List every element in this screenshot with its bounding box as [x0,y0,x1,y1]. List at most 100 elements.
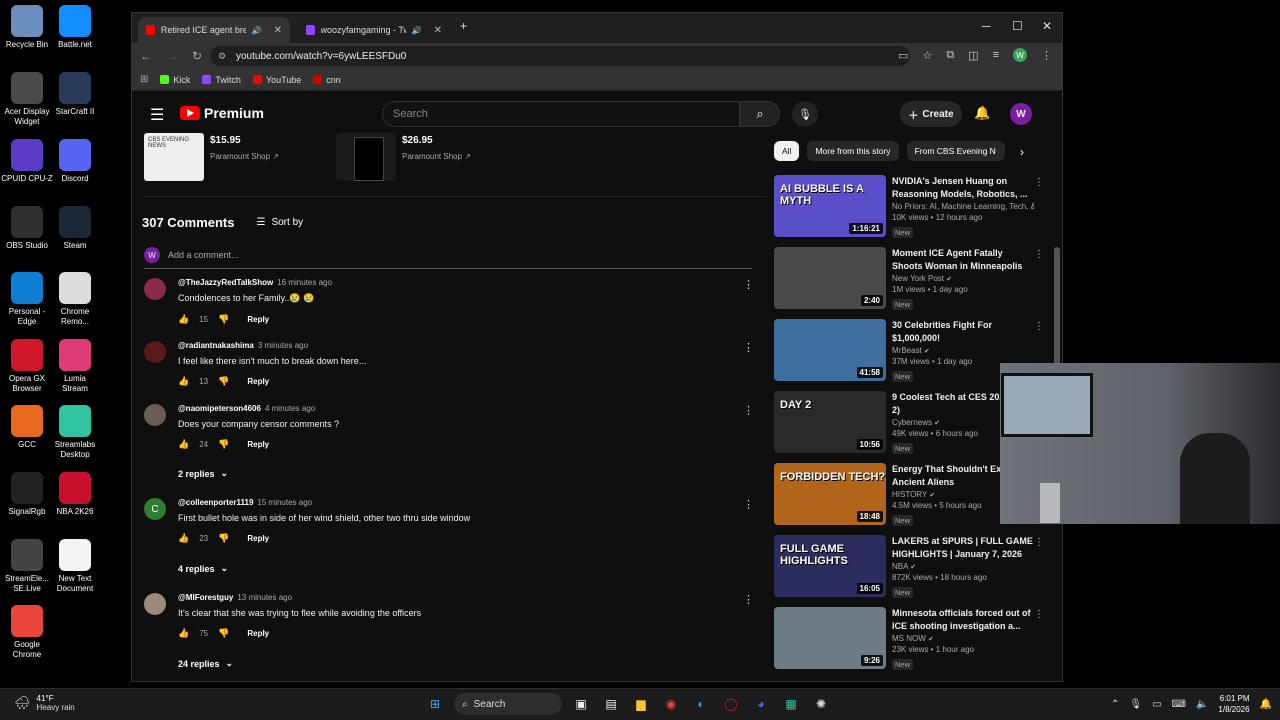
chevron-up-icon[interactable]: ⌃ [1111,699,1119,710]
video-thumbnail[interactable]: 9:26 [774,607,886,669]
forward-icon[interactable]: → [166,49,178,63]
video-title[interactable]: Minnesota officials forced out of ICE sh… [892,607,1034,633]
more-options-icon[interactable]: ⋮ [743,404,754,417]
opera-taskbar-icon[interactable]: ◯ [720,693,742,715]
clock[interactable]: 6:01 PM 1/8/2026 [1218,693,1249,715]
commenter-avatar[interactable] [144,278,166,300]
profile-avatar[interactable]: W [1013,48,1027,62]
desktop-shortcut[interactable]: New Text Document [48,539,102,594]
bookmark-twitch[interactable]: Twitch [202,75,241,85]
comment-time[interactable]: 16 minutes ago [277,278,332,287]
video-thumbnail[interactable]: DAY 2 10:56 [774,391,886,453]
desktop-shortcut[interactable]: Acer Display Widget [0,72,54,127]
bookmark-star-icon[interactable]: ☆ [922,49,932,62]
desktop-shortcut[interactable]: Lumia Stream [48,339,102,394]
volume-icon[interactable]: 🔈 [1196,699,1208,710]
weather-widget[interactable]: 🌧 41°F Heavy rain [14,694,75,712]
comment-author[interactable]: @radiantnakashima [178,341,254,350]
bookmark-kick[interactable]: Kick [160,75,190,85]
more-options-icon[interactable]: ⋮ [743,278,754,291]
maximize-icon[interactable]: ☐ [1012,19,1023,33]
desktop-shortcut[interactable]: StarCraft II [48,72,102,117]
youtube-logo[interactable]: Premium [180,105,264,121]
video-thumbnail[interactable]: AI BUBBLE IS A MYTH 1:16:21 [774,175,886,237]
like-icon[interactable]: 👍 [178,439,189,450]
dislike-icon[interactable]: 👎 [218,533,229,544]
merch-shop-link[interactable]: Paramount Shop ↗ [210,152,279,161]
video-thumbnail[interactable]: 2:40 [774,247,886,309]
reply-button[interactable]: Reply [247,534,269,543]
sort-by-button[interactable]: ☰ Sort by [256,217,303,228]
edge-taskbar-icon[interactable]: ◐ [690,693,712,715]
more-options-icon[interactable]: ⋮ [1034,537,1044,548]
view-replies-button[interactable]: 2 replies ⌄ [178,468,228,479]
task-view-icon[interactable]: ▣ [570,693,592,715]
comment-author[interactable]: @naomipeterson4606 [178,404,261,413]
widgets-icon[interactable]: ▤ [600,693,622,715]
bookmark-cnn[interactable]: cnn [313,75,341,85]
search-input[interactable]: Search [382,101,740,127]
video-title[interactable]: NVIDIA's Jensen Huang on Reasoning Model… [892,175,1034,201]
comment-author[interactable]: @MIForestguy [178,593,233,602]
like-icon[interactable]: 👍 [178,628,189,639]
commenter-avatar[interactable] [144,341,166,363]
desktop-shortcut[interactable]: Chrome Remo... [48,272,102,327]
video-thumbnail[interactable]: FULL GAME HIGHLIGHTS 16:05 [774,535,886,597]
more-options-icon[interactable]: ⋮ [743,341,754,354]
dislike-icon[interactable]: 👎 [218,628,229,639]
tab-twitch[interactable]: woozyfamgaming - Twitch 🔊 ✕ [298,17,450,43]
notifications-bell-icon[interactable]: 🔔 [974,105,990,121]
desktop-shortcut[interactable]: GCC [0,405,54,450]
voice-search-button[interactable]: 🎙 [792,101,818,127]
desktop-shortcut[interactable]: Streamlabs Desktop [48,405,102,460]
channel-row[interactable]: MS NOW ✔ [892,634,1034,643]
network-icon[interactable]: ⌨ [1172,699,1186,710]
merch-item[interactable]: $26.95 Paramount Shop ↗ [336,133,471,181]
back-icon[interactable]: ← [140,49,152,63]
more-options-icon[interactable]: ⋮ [1034,249,1044,260]
chip-from-cbs[interactable]: From CBS Evening N [906,141,1005,161]
recommended-video[interactable]: 2:40 Moment ICE Agent Fatally Shoots Wom… [774,247,1044,313]
reply-button[interactable]: Reply [247,377,269,386]
channel-row[interactable]: NBA ✔ [892,562,1034,571]
desktop-shortcut[interactable]: SignalRgb [0,472,54,517]
comment-author[interactable]: @colleenporter1119 [178,498,253,507]
site-info-icon[interactable]: ⚙ [218,51,226,62]
streamlabs-taskbar-icon[interactable]: ▦ [780,693,802,715]
taskbar-search[interactable]: ⌕ Search [454,693,562,715]
create-button[interactable]: ＋ Create [900,101,962,127]
video-title[interactable]: 30 Celebrities Fight For $1,000,000! [892,319,1034,345]
chrome-taskbar-icon[interactable]: ◉ [660,693,682,715]
desktop-shortcut[interactable]: NBA 2K26 [48,472,102,517]
dislike-icon[interactable]: 👎 [218,439,229,450]
close-tab-icon[interactable]: ✕ [274,25,282,36]
view-replies-button[interactable]: 4 replies ⌄ [178,563,228,574]
channel-row[interactable]: No Priors: AI, Machine Learning, Tech, &… [892,202,1034,211]
discord-taskbar-icon[interactable]: ◕ [750,693,772,715]
desktop-shortcut[interactable]: Discord [48,139,102,184]
more-options-icon[interactable]: ⋮ [743,593,754,606]
bookmark-youtube[interactable]: YouTube [252,75,301,85]
desktop-shortcut[interactable]: CPUID CPU-Z [0,139,54,184]
commenter-avatar[interactable] [144,593,166,615]
search-button[interactable]: ⌕ [740,101,780,127]
comment-time[interactable]: 15 minutes ago [257,498,312,507]
reload-icon[interactable]: ↻ [192,49,202,63]
commenter-avatar[interactable]: C [144,498,166,520]
comment-time[interactable]: 3 minutes ago [258,341,308,350]
comment-time[interactable]: 13 minutes ago [237,593,292,602]
video-thumbnail[interactable]: 41:58 [774,319,886,381]
add-comment-box[interactable]: W Add a comment... [144,247,752,269]
new-tab-button[interactable]: + [460,19,467,33]
start-button[interactable]: ⊞ [424,693,446,715]
comment-author[interactable]: @TheJazzyRedTalkShow [178,278,273,287]
like-icon[interactable]: 👍 [178,314,189,325]
commenter-avatar[interactable] [144,404,166,426]
close-tab-icon[interactable]: ✕ [434,25,442,36]
media-icon[interactable]: ≡ [993,49,999,61]
chip-all[interactable]: All [774,141,800,161]
like-icon[interactable]: 👍 [178,376,189,387]
extensions-icon[interactable]: ⧉ [946,49,954,62]
notification-icon[interactable]: 🔔 [1260,699,1272,710]
mic-tray-icon[interactable]: 🎙 [1129,699,1142,710]
